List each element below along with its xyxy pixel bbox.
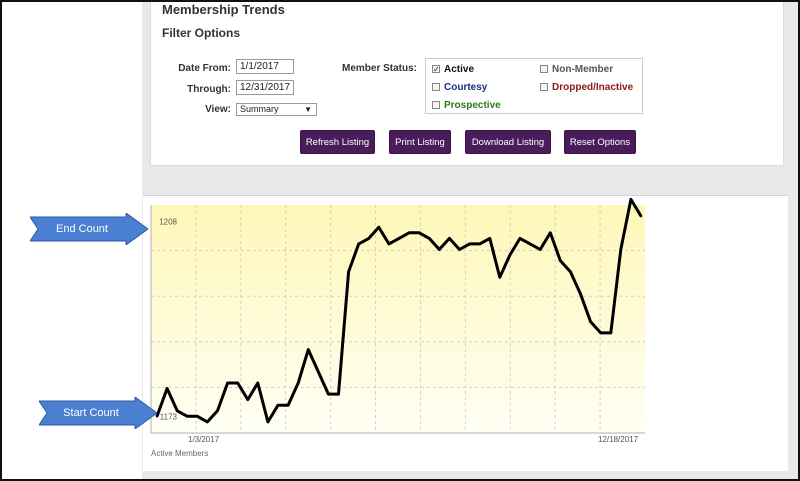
- status-active-label[interactable]: Active: [444, 64, 474, 75]
- start-count-callout: Start Count: [39, 397, 157, 429]
- data-point: [357, 242, 360, 246]
- data-point: [438, 248, 441, 251]
- data-point: [549, 231, 552, 235]
- status-dropped-checkbox[interactable]: [540, 83, 548, 91]
- view-label: View:: [205, 104, 231, 115]
- data-point: [337, 392, 340, 396]
- data-point: [367, 237, 370, 240]
- filter-options-heading: Filter Options: [162, 26, 240, 40]
- page-title: Membership Trends: [162, 2, 285, 17]
- data-point: [266, 420, 270, 424]
- data-point: [559, 259, 562, 262]
- refresh-listing-button[interactable]: Refresh Listing: [300, 130, 375, 154]
- data-point: [498, 276, 502, 279]
- series-name-label: Active Members: [151, 449, 208, 458]
- data-point: [579, 292, 582, 296]
- end-count-callout: End Count: [30, 213, 148, 245]
- data-point: [458, 248, 461, 251]
- status-dropped-label[interactable]: Dropped/Inactive: [552, 82, 633, 93]
- print-listing-button[interactable]: Print Listing: [389, 130, 451, 154]
- data-point: [206, 420, 209, 424]
- y-tick-label-start: 1173: [160, 412, 178, 421]
- through-input[interactable]: 12/31/2017: [236, 80, 294, 95]
- start-count-label: Start Count: [63, 407, 119, 419]
- data-point: [216, 409, 219, 412]
- data-point: [397, 237, 401, 240]
- data-point: [286, 403, 290, 407]
- data-point: [609, 331, 612, 335]
- end-count-label: End Count: [56, 223, 108, 235]
- view-select[interactable]: Summary ▼: [236, 103, 317, 116]
- status-prospective-checkbox[interactable]: [432, 101, 440, 109]
- data-point: [165, 387, 169, 390]
- data-point: [569, 270, 572, 273]
- data-point: [196, 415, 199, 418]
- x-tick-label-end: 12/18/2017: [598, 435, 639, 444]
- data-point: [307, 348, 310, 351]
- status-non-member-checkbox[interactable]: [540, 65, 548, 73]
- dropdown-arrow-icon: ▼: [304, 105, 312, 114]
- data-point: [276, 403, 280, 407]
- member-status-label: Member Status:: [341, 63, 417, 74]
- data-point: [407, 231, 411, 235]
- data-point: [347, 270, 350, 273]
- through-label: Through:: [187, 84, 231, 95]
- date-from-input[interactable]: 1/1/2017: [236, 59, 294, 74]
- download-listing-button[interactable]: Download Listing: [465, 130, 551, 154]
- data-point: [236, 381, 239, 385]
- data-point: [226, 381, 229, 385]
- data-point: [619, 248, 623, 251]
- status-prospective-label[interactable]: Prospective: [444, 100, 501, 111]
- filter-panel: Membership Trends Filter Options Date Fr…: [150, 0, 784, 166]
- status-non-member-label[interactable]: Non-Member: [552, 64, 613, 75]
- view-select-value: Summary: [240, 104, 279, 114]
- active-members-chart: 1208 1173 1/3/2017 12/18/2017 Active Mem…: [150, 197, 645, 458]
- data-point: [478, 242, 481, 246]
- x-tick-label-start: 1/3/2017: [188, 435, 220, 444]
- date-from-label: Date From:: [178, 63, 231, 74]
- y-tick-label-end: 1208: [159, 218, 177, 227]
- data-point: [538, 248, 542, 251]
- data-point: [428, 237, 431, 240]
- data-point: [468, 242, 471, 246]
- data-point: [387, 242, 391, 246]
- data-point: [589, 320, 592, 323]
- data-point: [417, 231, 421, 235]
- data-point: [256, 381, 260, 385]
- data-point: [599, 331, 602, 335]
- status-active-checkbox[interactable]: ✓: [432, 65, 440, 74]
- data-point: [377, 226, 381, 229]
- data-point: [186, 415, 189, 418]
- status-courtesy-checkbox[interactable]: [432, 83, 440, 91]
- data-point: [629, 198, 633, 201]
- data-point: [448, 237, 451, 240]
- status-courtesy-label[interactable]: Courtesy: [444, 82, 487, 93]
- data-point: [508, 253, 512, 257]
- data-point: [296, 381, 300, 385]
- data-point: [488, 237, 491, 240]
- data-point: [327, 392, 330, 396]
- reset-options-button[interactable]: Reset Options: [564, 130, 636, 154]
- data-point: [246, 398, 249, 401]
- data-point: [528, 242, 532, 246]
- data-point: [317, 370, 320, 374]
- data-point: [639, 214, 643, 218]
- member-status-group: ✓ Active Non-Member Courtesy Dropped/Ina…: [425, 58, 643, 114]
- data-point: [518, 237, 522, 240]
